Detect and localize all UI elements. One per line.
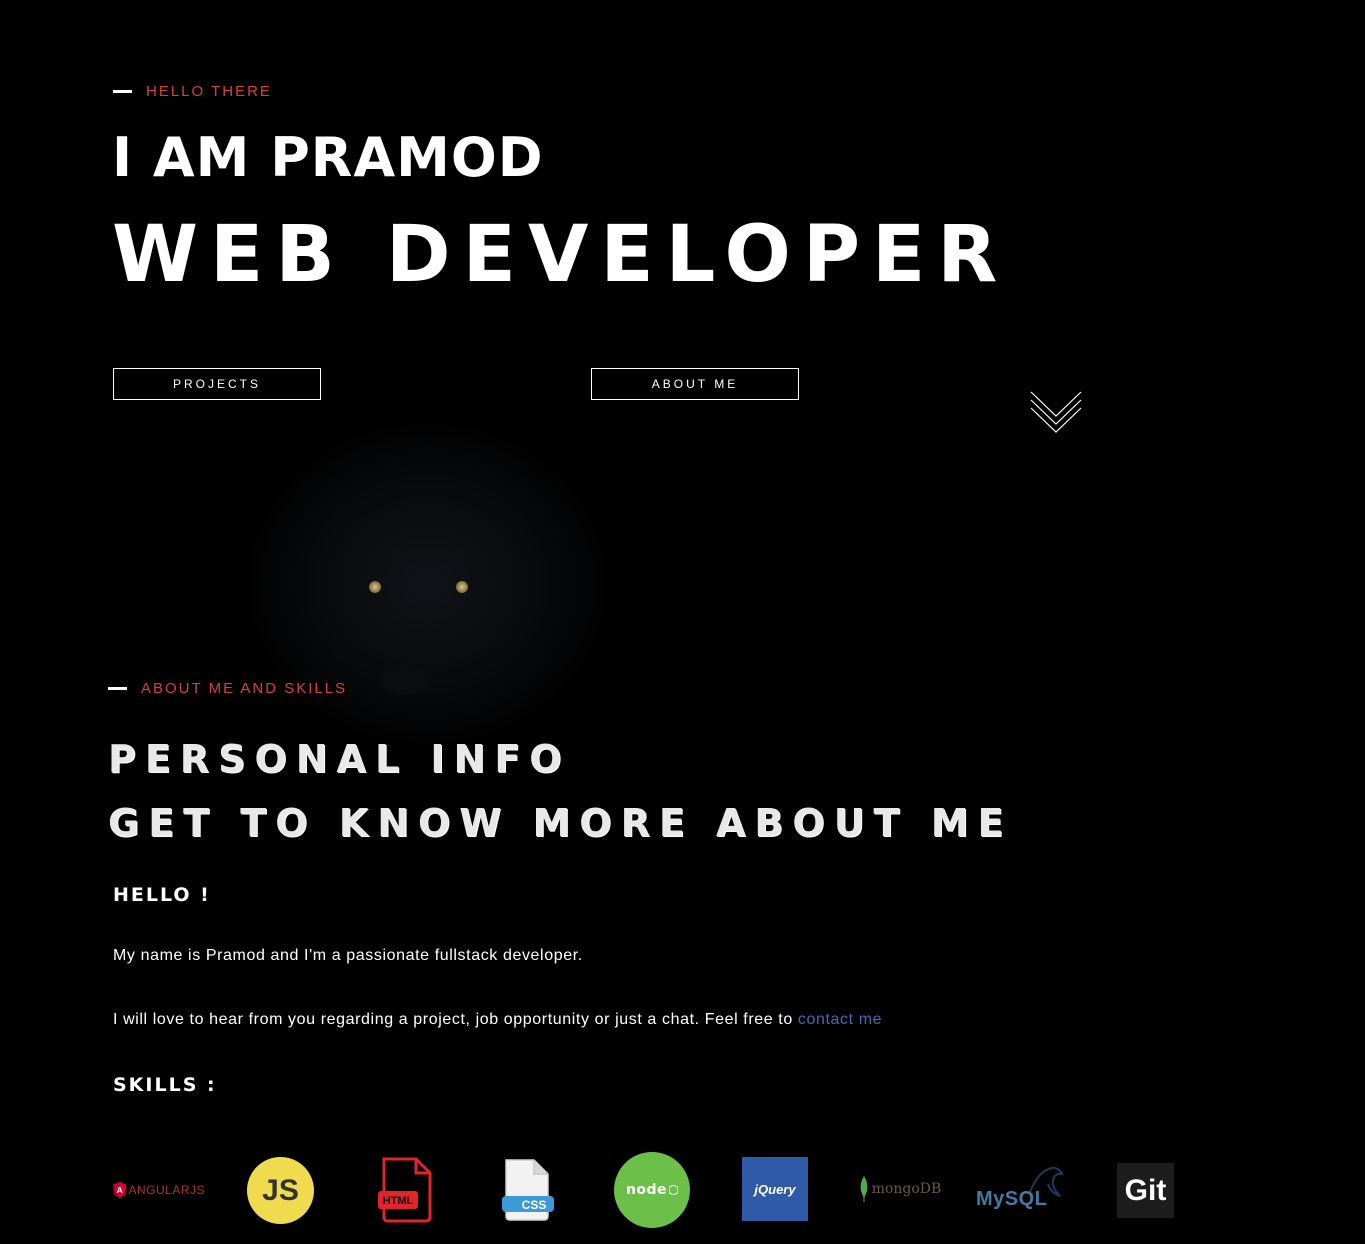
hero-role: WEB DEVELOPER xyxy=(112,210,1010,300)
mysql-icon: MySQL xyxy=(976,1164,1068,1214)
css-document-icon xyxy=(502,1159,554,1221)
html-document-icon xyxy=(378,1157,432,1223)
node-label: node xyxy=(625,1182,668,1198)
about-eyebrow-text: ABOUT ME AND SKILLS xyxy=(141,680,348,697)
mongodb-label: mongoDB xyxy=(871,1181,942,1197)
personal-info-title: PERSONAL INFO xyxy=(108,737,571,781)
angularjs-icon: A ANGULARJS xyxy=(113,1175,205,1205)
jquery-icon: jQuery xyxy=(742,1157,808,1221)
html-label: HTML xyxy=(382,1195,414,1207)
git-label: Git xyxy=(1124,1173,1167,1207)
about-me-button[interactable]: ABOUT ME xyxy=(591,368,799,400)
skills-heading: SKILLS : xyxy=(113,1074,217,1096)
wolf-eye-left xyxy=(369,581,381,593)
mongodb-leaf-icon xyxy=(860,1176,868,1202)
contact-paragraph: I will love to hear from you regarding a… xyxy=(113,1011,882,1029)
nodejs-icon: node xyxy=(614,1152,690,1228)
hero-eyebrow-text: HELLO THERE xyxy=(146,83,272,100)
greeting-heading: HELLO ! xyxy=(113,884,211,906)
eyebrow-dash xyxy=(108,687,127,690)
contact-text: I will love to hear from you regarding a… xyxy=(113,1011,798,1028)
wolf-nose xyxy=(380,665,430,695)
js-label: JS xyxy=(262,1173,299,1207)
eyebrow-dash xyxy=(113,90,132,93)
contact-me-link[interactable]: contact me xyxy=(798,1011,882,1028)
node-hexagon-icon xyxy=(669,1185,679,1195)
mongodb-icon: mongoDB xyxy=(855,1174,945,1204)
mysql-label: MySQL xyxy=(976,1188,1048,1210)
about-eyebrow: ABOUT ME AND SKILLS xyxy=(108,680,347,697)
css-file-icon: CSS xyxy=(500,1158,556,1222)
about-subtitle: GET TO KNOW MORE ABOUT ME xyxy=(108,801,1013,845)
html-file-icon: HTML xyxy=(376,1157,434,1223)
jquery-label: jQuery xyxy=(754,1181,796,1197)
hero-name: I AM PRAMOD xyxy=(112,126,544,189)
angularjs-label: ANGULARJS xyxy=(128,1183,205,1197)
angular-shield-icon: A xyxy=(113,1182,127,1198)
scroll-down-chevrons-icon[interactable] xyxy=(1030,390,1082,438)
wolf-eye-right xyxy=(456,581,468,593)
hero-eyebrow: HELLO THERE xyxy=(113,83,272,100)
intro-paragraph: My name is Pramod and I'm a passionate f… xyxy=(113,947,583,964)
git-icon: Git xyxy=(1117,1163,1174,1218)
css-label: CSS xyxy=(521,1198,547,1212)
projects-button[interactable]: PROJECTS xyxy=(113,368,321,400)
svg-text:A: A xyxy=(117,1185,123,1195)
javascript-icon: JS xyxy=(247,1157,314,1224)
